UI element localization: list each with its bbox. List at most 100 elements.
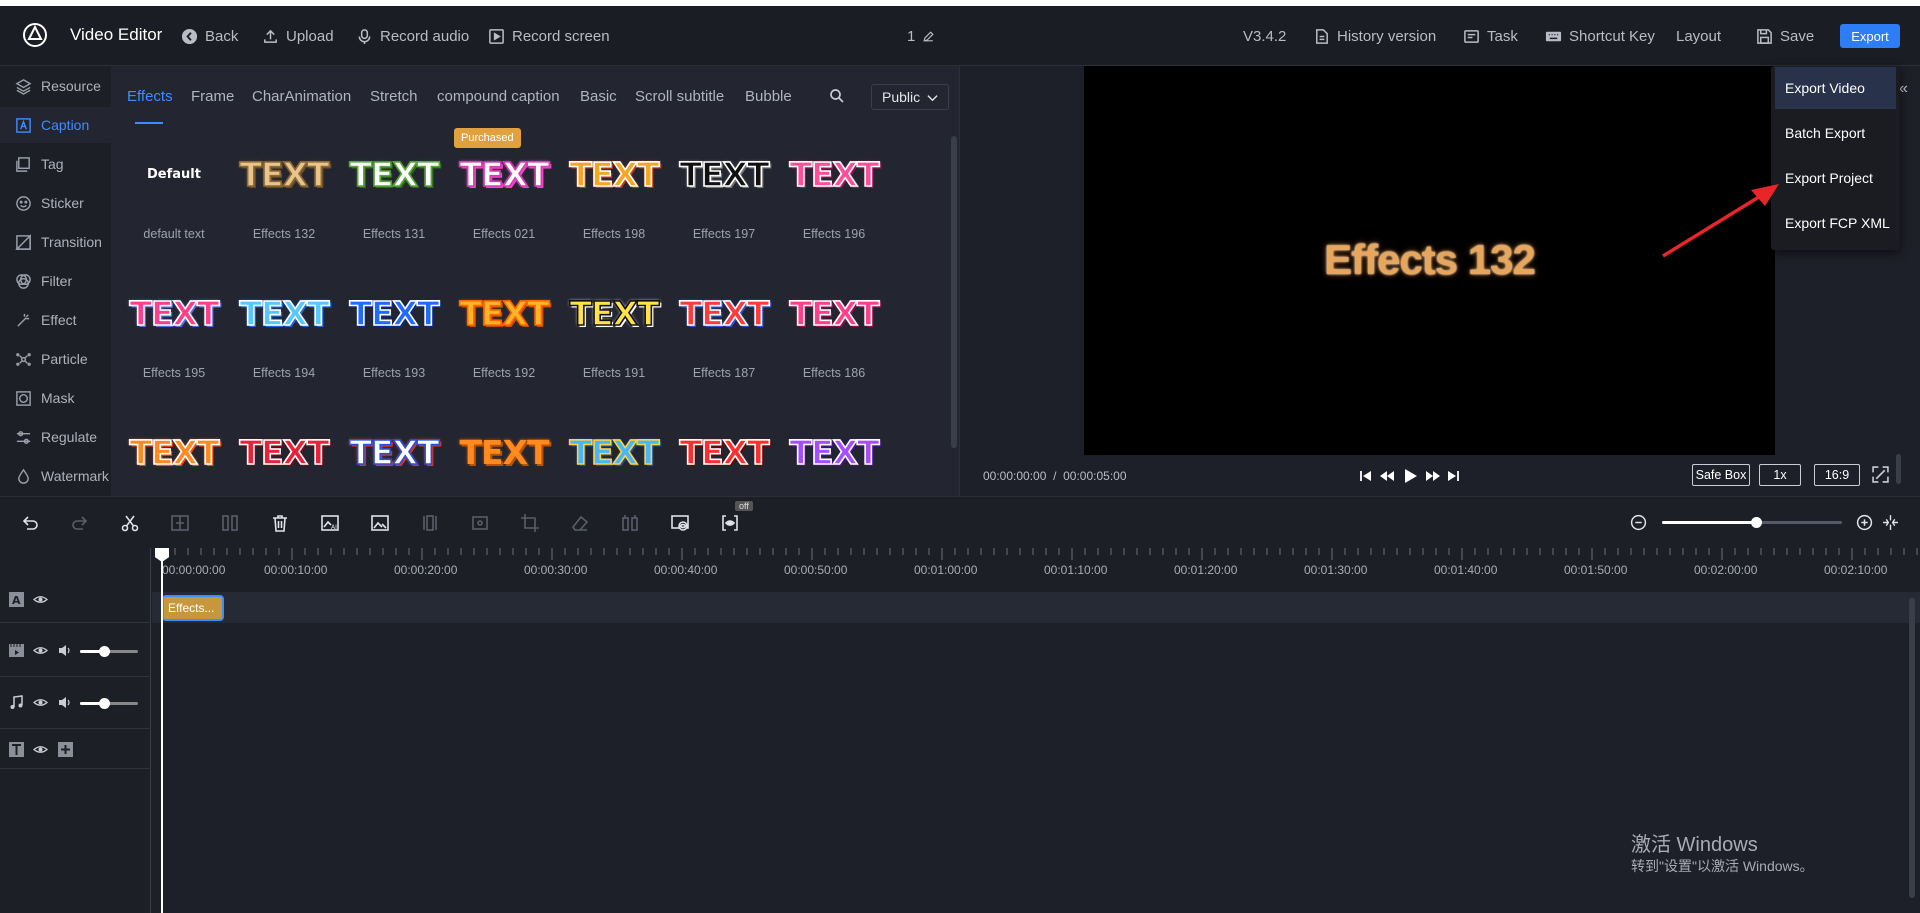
effect-card[interactable]: TEXT Effects 198: [559, 128, 669, 258]
menu-item-batch-export[interactable]: Batch Export: [1775, 112, 1896, 154]
eraser-button[interactable]: [570, 513, 590, 533]
record-overlay-button[interactable]: [470, 513, 490, 533]
sidebar-item-transition[interactable]: Transition: [0, 224, 111, 260]
sidebar-item-caption[interactable]: Caption: [0, 107, 111, 143]
sidebar-item-sticker[interactable]: Sticker: [0, 185, 111, 221]
effect-card[interactable]: TEXT Effects 192: [449, 267, 559, 397]
effect-card[interactable]: TEXT Effects 191: [559, 267, 669, 397]
tab-charanimation[interactable]: CharAnimation: [252, 88, 351, 105]
sidebar-item-effect[interactable]: Effect: [0, 302, 111, 338]
split-button[interactable]: [170, 513, 190, 533]
effect-card[interactable]: TEXT Effects 186: [779, 267, 889, 397]
image-edit-button[interactable]: [370, 513, 390, 533]
sidebar-item-mask[interactable]: Mask: [0, 380, 111, 416]
effect-card[interactable]: TEXT: [119, 406, 229, 496]
save-button[interactable]: Save: [1756, 24, 1814, 48]
caption-clip[interactable]: Effects...: [162, 595, 224, 621]
speaker-icon[interactable]: [58, 695, 73, 710]
video-volume-thumb[interactable]: [99, 646, 111, 657]
sidebar-item-particle[interactable]: Particle: [0, 341, 111, 377]
effect-card[interactable]: TEXT: [559, 406, 669, 496]
zoom-in-icon[interactable]: [1856, 514, 1873, 531]
speed-button[interactable]: 1x: [1759, 464, 1801, 486]
task-button[interactable]: Task: [1463, 24, 1518, 48]
search-icon[interactable]: [829, 88, 845, 104]
magnet-snap-button[interactable]: [720, 513, 740, 533]
menu-item-export-video[interactable]: Export Video: [1775, 67, 1896, 109]
eye-icon[interactable]: [33, 643, 48, 658]
panel-scrollbar[interactable]: [951, 136, 957, 448]
eye-icon[interactable]: [33, 592, 48, 607]
crop-clip-button[interactable]: [220, 513, 240, 533]
effect-card[interactable]: TEXT: [229, 406, 339, 496]
sidebar-item-filter[interactable]: Filter: [0, 263, 111, 299]
effect-card[interactable]: TEXT Effects 193: [339, 267, 449, 397]
zoom-slider-thumb[interactable]: [1750, 517, 1762, 528]
ai-image-button[interactable]: AI: [320, 513, 340, 533]
add-track-icon[interactable]: [58, 742, 73, 757]
tab-bubble[interactable]: Bubble: [745, 88, 792, 105]
undo-button[interactable]: [20, 513, 40, 533]
record-audio-button[interactable]: Record audio: [356, 24, 469, 48]
fit-timeline-icon[interactable]: [1882, 514, 1899, 531]
freeze-frame-button[interactable]: [420, 513, 440, 533]
step-forward-icon[interactable]: [1425, 468, 1441, 484]
effect-card[interactable]: TEXT Effects 196: [779, 128, 889, 258]
tab-scroll-subtitle[interactable]: Scroll subtitle: [635, 88, 724, 105]
step-backward-icon[interactable]: [1379, 468, 1395, 484]
tab-basic[interactable]: Basic: [580, 88, 617, 105]
audio-volume-slider[interactable]: [80, 698, 138, 709]
sidebar-item-regulate[interactable]: Regulate: [0, 419, 111, 455]
time-ruler[interactable]: 00:00:00:00 00:00:10:00 00:00:20:00 00:00:3…: [152, 548, 1920, 592]
effect-card[interactable]: TEXT: [779, 406, 889, 496]
zoom-out-icon[interactable]: [1630, 514, 1647, 531]
project-name[interactable]: 1: [907, 24, 935, 48]
speaker-icon[interactable]: [58, 643, 73, 658]
timeline-scrollbar[interactable]: [1909, 598, 1915, 898]
layout-button[interactable]: Layout: [1676, 24, 1721, 48]
upload-button[interactable]: Upload: [262, 24, 334, 48]
aspect-ratio-button[interactable]: 16:9: [1814, 464, 1860, 486]
effect-card[interactable]: TEXT Effects 187: [669, 267, 779, 397]
visibility-select[interactable]: Public: [871, 84, 949, 110]
caption-track-row[interactable]: [152, 592, 1920, 623]
back-button[interactable]: Back: [181, 24, 238, 48]
audio-split-button[interactable]: [620, 513, 640, 533]
tab-frame[interactable]: Frame: [191, 88, 234, 105]
preview-scrollbar[interactable]: [1896, 454, 1901, 484]
sidebar-item-watermark[interactable]: Watermark: [0, 458, 111, 494]
record-screen-button[interactable]: Record screen: [488, 24, 610, 48]
skip-to-start-icon[interactable]: [1358, 468, 1374, 484]
video-volume-slider[interactable]: [80, 646, 138, 657]
audio-volume-thumb[interactable]: [99, 698, 111, 709]
effect-card[interactable]: TEXT Effects 131: [339, 128, 449, 258]
tab-stretch[interactable]: Stretch: [370, 88, 418, 105]
history-version-button[interactable]: History version: [1313, 24, 1436, 48]
tab-effects[interactable]: Effects: [127, 88, 173, 105]
eye-icon[interactable]: [33, 742, 48, 757]
effect-card[interactable]: TEXT: [449, 406, 559, 496]
play-icon[interactable]: [1402, 468, 1418, 484]
safe-box-button[interactable]: Safe Box: [1692, 464, 1750, 486]
collapse-panel-icon[interactable]: «: [1899, 80, 1908, 98]
effect-card[interactable]: TEXT Effects 194: [229, 267, 339, 397]
effect-card[interactable]: Default default text: [119, 128, 229, 258]
menu-item-export-fcp-xml[interactable]: Export FCP XML: [1775, 202, 1896, 244]
sidebar-item-tag[interactable]: Tag: [0, 146, 111, 182]
cut-button[interactable]: [120, 513, 140, 533]
tab-compound-caption[interactable]: compound caption: [437, 88, 560, 105]
redo-button[interactable]: [70, 513, 90, 533]
effect-card[interactable]: TEXT Effects 132: [229, 128, 339, 258]
effect-card[interactable]: TEXT: [669, 406, 779, 496]
eye-icon[interactable]: [33, 695, 48, 710]
visibility-toggle-button[interactable]: [670, 513, 690, 533]
effect-card[interactable]: TEXT: [339, 406, 449, 496]
zoom-slider[interactable]: [1662, 517, 1842, 528]
menu-item-export-project[interactable]: Export Project: [1775, 157, 1896, 199]
crop-button[interactable]: [520, 513, 540, 533]
effect-card[interactable]: TEXT Effects 197: [669, 128, 779, 258]
effect-card[interactable]: TEXT Effects 195: [119, 267, 229, 397]
fullscreen-icon[interactable]: [1872, 466, 1889, 483]
skip-to-end-icon[interactable]: [1445, 468, 1461, 484]
effect-card[interactable]: Purchased TEXT Effects 021: [449, 128, 559, 258]
